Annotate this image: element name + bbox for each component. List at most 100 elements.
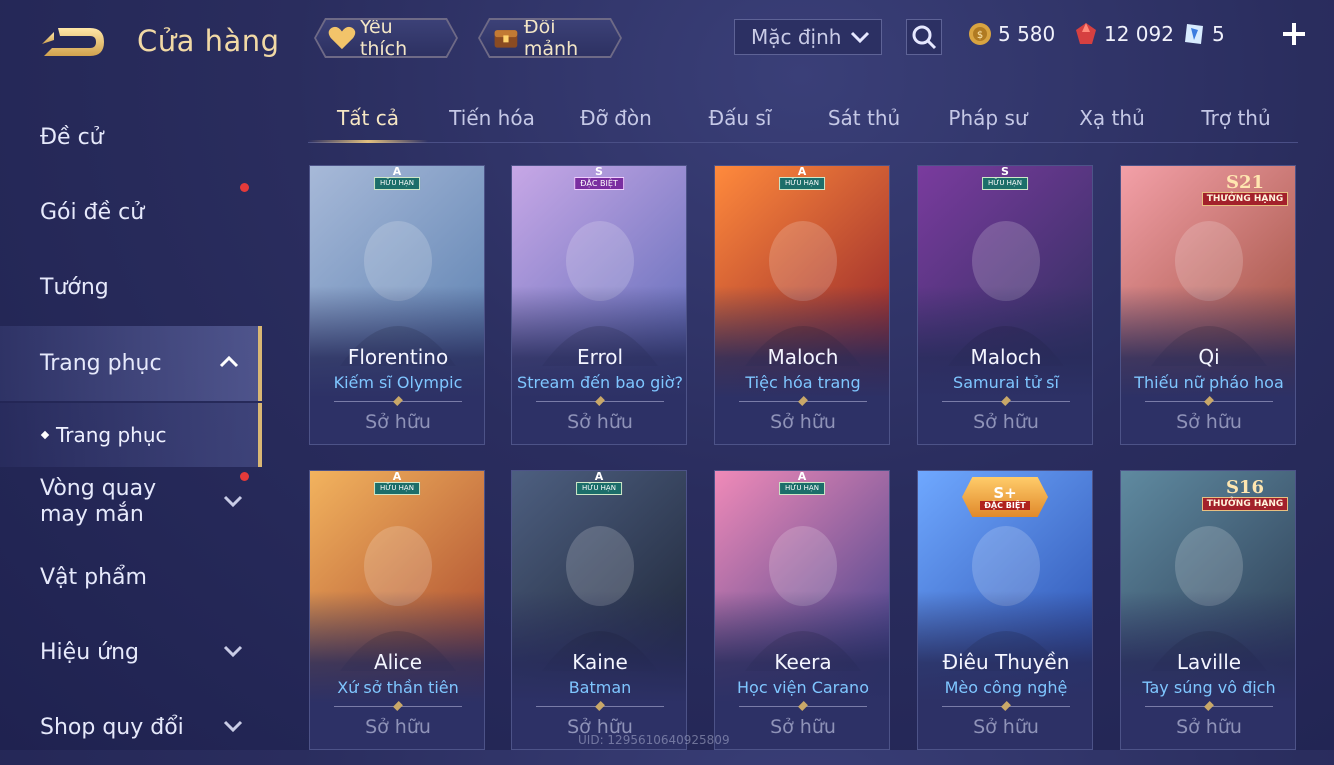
sidebar-item-label: Vật phẩm [40,565,147,590]
tab-marksman[interactable]: Xạ thủ [1052,96,1172,140]
owned-status: Sở hữu [567,411,633,433]
tier-letter: S [1001,165,1009,178]
tier-letter: S [595,165,603,178]
tier-badge: A HỮU HẠN [374,471,420,495]
red-gem-icon [1076,23,1096,44]
skin-name: Batman [568,678,632,697]
owned-status: Sở hữu [365,411,431,433]
sidebar-item-label: Vòng quay may mắn [40,476,157,527]
sidebar-item-skins[interactable]: Trang phục [0,326,262,401]
skin-name: Mèo công nghệ [944,678,1068,697]
tier-letter: A [594,470,604,483]
season-label: S21 [1225,172,1265,193]
tier-letter: S+ [993,483,1017,502]
tier-letter: A [392,165,402,178]
skin-name: Tay súng vô địch [1142,678,1276,697]
sidebar-subitem-label: Trang phục [56,423,167,447]
favorites-button[interactable]: Yêu thích [316,20,456,56]
sidebar-item-effects[interactable]: Hiệu ứng [0,615,262,690]
owned-status: Sở hữu [973,716,1039,738]
skin-card[interactable]: S ĐẶC BIỆT Errol Stream đến bao giờ? Sở … [511,165,687,445]
hero-name: Keera [774,650,832,674]
tab-mage[interactable]: Pháp sư [928,96,1048,140]
hero-name: Maloch [970,345,1042,369]
season-label: S16 [1225,477,1265,498]
tab-assassin[interactable]: Sát thủ [804,96,924,140]
tier-badge: S HỮU HẠN [982,166,1028,190]
gem-balance-value: 12 092 [1104,22,1174,46]
favorites-label: Yêu thích [359,16,408,60]
tier-badge: S ĐẶC BIỆT [574,166,624,190]
sidebar-item-recommended-packs[interactable]: Gói đề cử [0,175,262,250]
owned-status: Sở hữu [973,411,1039,433]
tier-tag: HỮU HẠN [779,177,825,190]
gold-coin-icon: $ [969,23,991,45]
plus-icon[interactable] [1280,20,1308,48]
hero-name: Laville [1176,650,1242,674]
gold-balance-value: 5 580 [998,22,1056,46]
exchange-shards-label: Đổi mảnh [523,16,579,60]
voucher-balance-value: 5 [1212,22,1225,46]
tier-tag: HỮU HẠN [374,482,420,495]
skin-card[interactable]: A HỮU HẠN Keera Học viện Carano Sở hữu [714,470,890,750]
skin-card[interactable]: A HỮU HẠN Kaine Batman Sở hữu [511,470,687,750]
season-rank-badge: S21 THƯỞNG HẠNG [1199,174,1291,206]
sidebar-item-label: Đề cử [40,125,104,150]
skin-name: Kiếm sĩ Olympic [333,373,463,392]
tab-support[interactable]: Trợ thủ [1176,96,1296,140]
hero-name: Kaine [572,650,628,674]
tier-letter: A [392,470,402,483]
tab-evolution[interactable]: Tiến hóa [432,96,552,140]
sidebar-item-label: Hiệu ứng [40,640,139,665]
sort-dropdown[interactable]: Mặc định [734,19,882,55]
sidebar-item-exchange-shop[interactable]: Shop quy đổi [0,690,262,765]
search-button[interactable] [906,19,942,55]
skin-card[interactable]: S21 THƯỞNG HẠNG Qi Thiếu nữ pháo hoa Sở … [1120,165,1296,445]
sidebar-item-label: Shop quy đổi [40,715,184,740]
exchange-shards-button[interactable]: Đổi mảnh [480,20,620,56]
sidebar-subitem-skins[interactable]: Trang phục [0,403,262,467]
notification-dot [240,472,249,481]
blue-voucher-icon [1185,24,1203,44]
gem-balance: 12 092 [1074,22,1174,46]
treasure-chest-icon [492,23,520,53]
heart-icon [328,25,356,51]
uid-watermark: UID: 1295610640925809 [578,733,730,747]
sidebar-item-recommended[interactable]: Đề cử [0,100,262,175]
skin-name: Thiếu nữ pháo hoa [1134,373,1284,392]
tier-tag: HỮU HẠN [779,482,825,495]
skin-card[interactable]: A HỮU HẠN Alice Xứ sở thần tiên Sở hữu [309,470,485,750]
skin-card[interactable]: S16 THƯỞNG HẠNG Laville Tay súng vô địch… [1120,470,1296,750]
skin-card[interactable]: S+ ĐẶC BIỆT Điêu Thuyền Mèo công nghệ Sở… [917,470,1093,750]
skin-name: Tiệc hóa trang [745,373,861,392]
tab-tank[interactable]: Đỡ đòn [556,96,676,140]
sidebar-item-items[interactable]: Vật phẩm [0,540,262,615]
tier-letter: A [797,165,807,178]
hero-name: Errol [576,345,624,369]
svg-text:$: $ [977,30,983,41]
skin-name: Xứ sở thần tiên [337,678,459,697]
skin-card[interactable]: S HỮU HẠN Maloch Samurai tử sĩ Sở hữu [917,165,1093,445]
hero-name: Florentino [347,345,449,369]
back-arrow-icon[interactable] [38,22,110,62]
owned-status: Sở hữu [365,716,431,738]
sidebar: Đề cử Gói đề cử Tướng Trang phục Trang p… [0,100,262,750]
sidebar-item-label: Tướng [40,275,109,300]
sidebar-item-lucky-wheel[interactable]: Vòng quay may mắn [0,467,262,537]
sidebar-item-label: Gói đề cử [40,200,145,225]
skin-card[interactable]: A HỮU HẠN Maloch Tiệc hóa trang Sở hữu [714,165,890,445]
tab-fighter[interactable]: Đấu sĩ [680,96,800,140]
top-bar: Cửa hàng Yêu thích Đổi mảnh Mặc định $ 5… [0,0,1334,80]
tab-all[interactable]: Tất cả [308,96,428,143]
tier-tag: HỮU HẠN [374,177,420,190]
skin-card[interactable]: A HỮU HẠN Florentino Kiếm sĩ Olympic Sở … [309,165,485,445]
tier-tag: ĐẶC BIỆT [574,177,624,190]
bullet-diamond-icon [40,430,50,440]
tier-badge: A HỮU HẠN [779,166,825,190]
owned-status: Sở hữu [770,716,836,738]
sidebar-item-heroes[interactable]: Tướng [0,250,262,325]
chevron-down-icon [223,495,243,508]
owned-status: Sở hữu [1176,716,1242,738]
tier-tag: HỮU HẠN [576,482,622,495]
voucher-balance: 5 [1182,22,1225,46]
